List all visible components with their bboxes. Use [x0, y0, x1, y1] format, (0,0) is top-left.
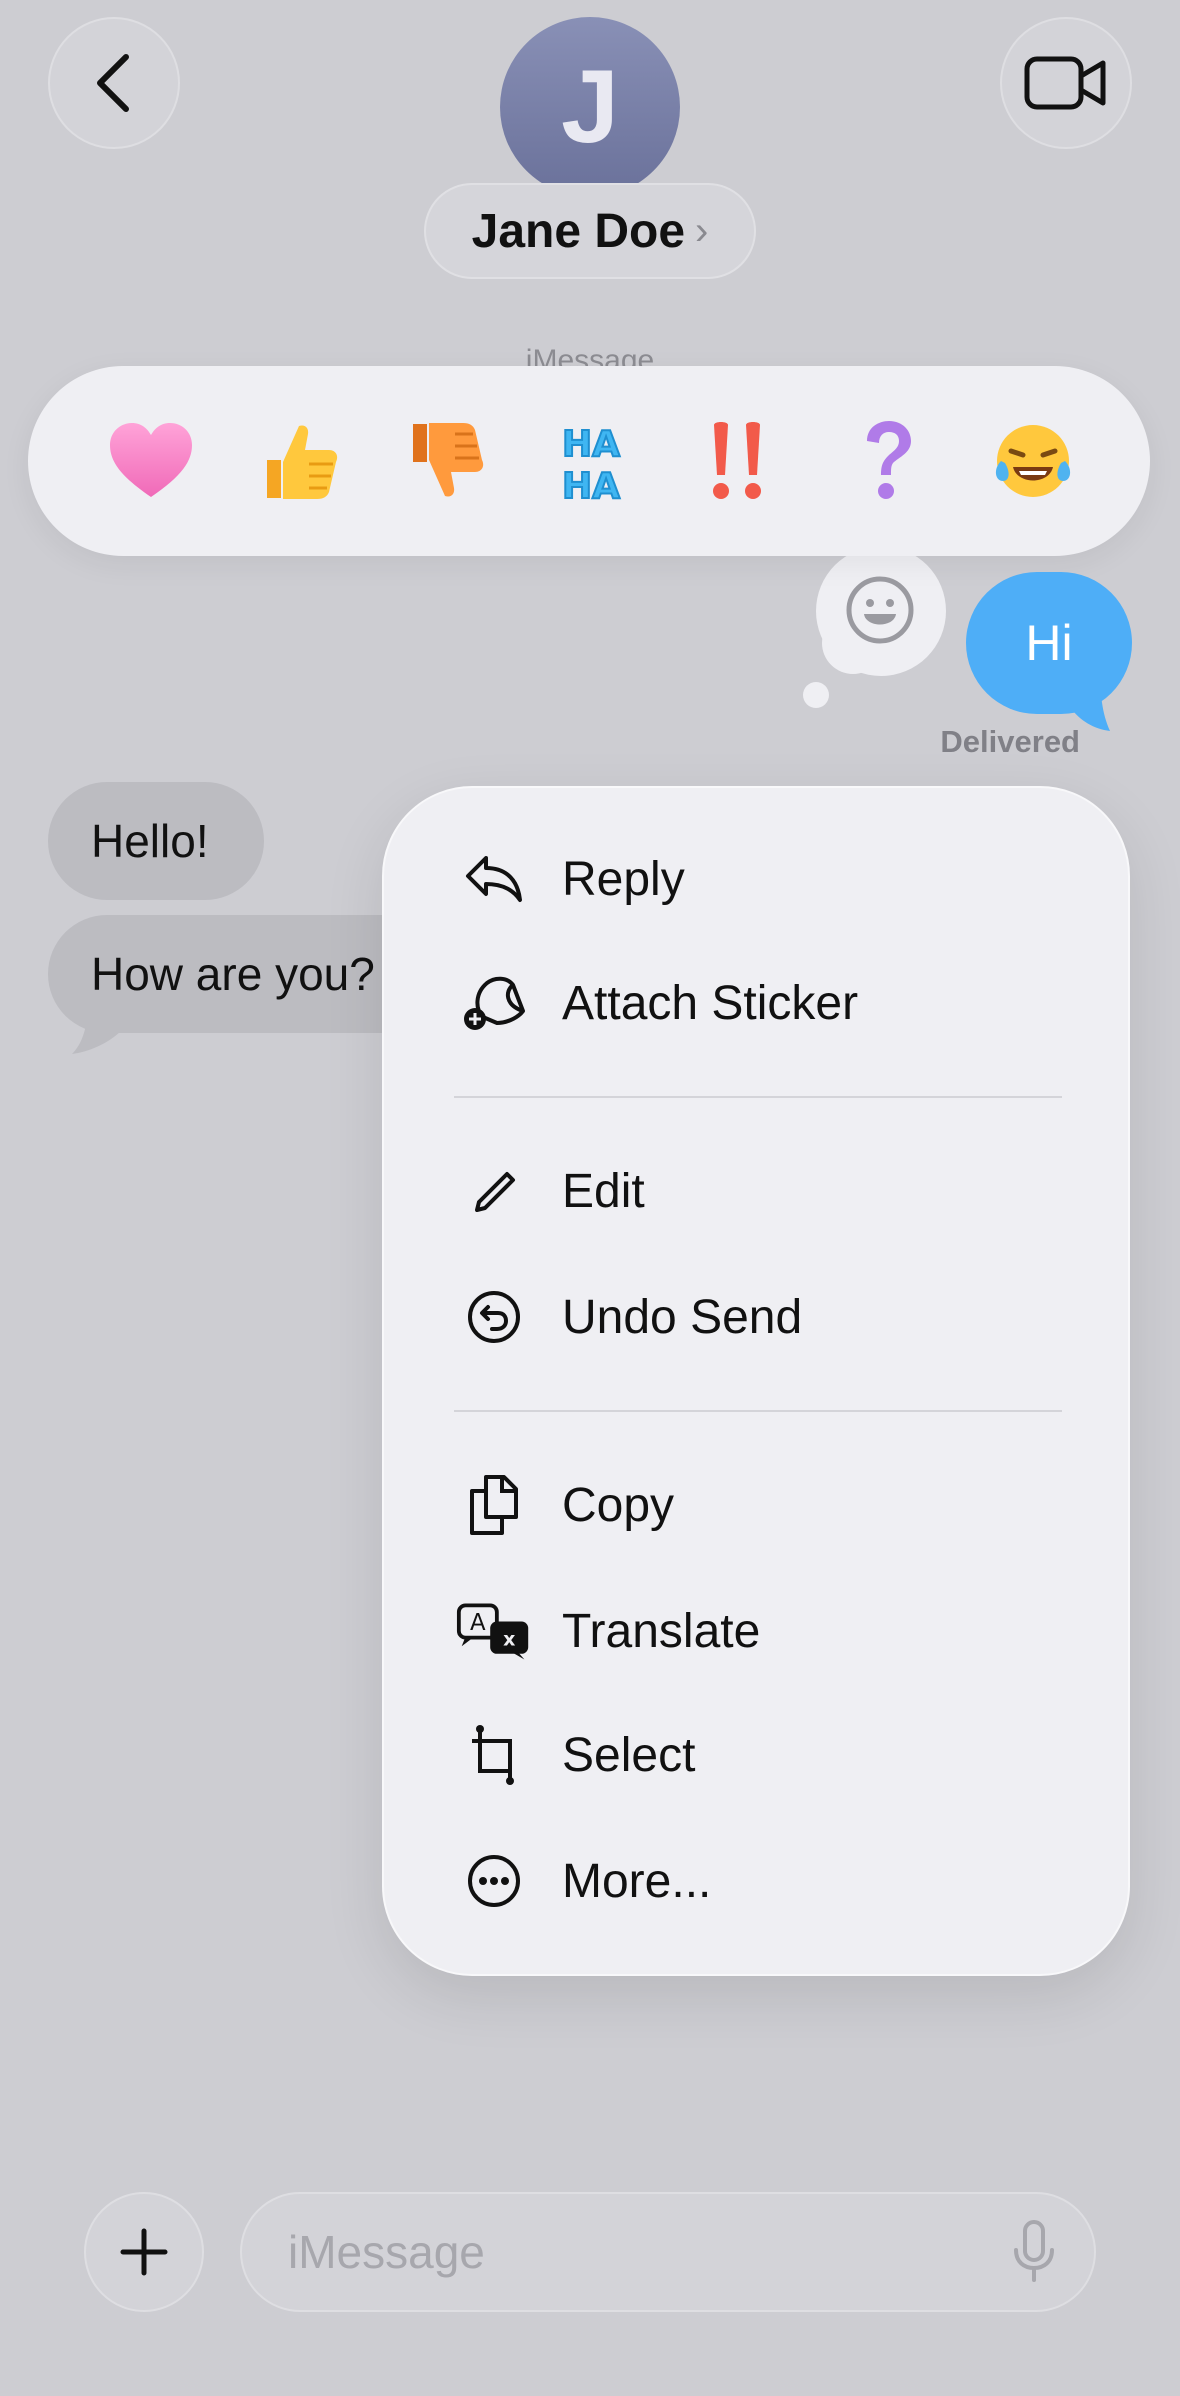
- context-menu: Reply Attach Sticker Edit Undo Send Copy…: [382, 786, 1130, 1976]
- double-exclamation-emoji-icon: [713, 422, 761, 499]
- back-button[interactable]: [48, 17, 180, 149]
- menu-item-reply[interactable]: Reply: [434, 824, 1084, 934]
- message-input[interactable]: iMessage: [240, 2192, 1096, 2312]
- contact-name: Jane Doe: [471, 204, 686, 258]
- sticker-add-icon: [456, 965, 532, 1041]
- svg-text:x: x: [503, 1628, 515, 1650]
- contact-name-pill[interactable]: Jane Doe ›: [424, 183, 756, 279]
- add-attachment-button[interactable]: [84, 2192, 204, 2312]
- reply-arrow-icon: [456, 841, 532, 917]
- menu-separator: [454, 1410, 1062, 1412]
- received-message-bubble[interactable]: Hello!: [48, 782, 264, 900]
- menu-item-translate[interactable]: A x Translate: [434, 1576, 1084, 1686]
- reaction-laughing[interactable]: [978, 406, 1088, 516]
- heart-emoji-icon: [110, 423, 192, 497]
- menu-item-label: Attach Sticker: [562, 976, 859, 1030]
- thumbs-up-emoji-icon: [267, 425, 338, 499]
- svg-text:HA: HA: [562, 466, 620, 504]
- menu-item-undo-send[interactable]: Undo Send: [434, 1262, 1084, 1372]
- tears-of-joy-emoji-icon: [995, 425, 1071, 497]
- microphone-icon[interactable]: [1004, 2220, 1064, 2284]
- menu-item-attach-sticker[interactable]: Attach Sticker: [434, 948, 1084, 1058]
- menu-item-label: Select: [562, 1728, 696, 1782]
- message-input-placeholder: iMessage: [288, 2226, 485, 2278]
- menu-item-edit[interactable]: Edit: [434, 1136, 1084, 1246]
- ellipsis-circle-icon: [456, 1843, 532, 1919]
- avatar[interactable]: J: [500, 17, 680, 197]
- question-emoji-icon: [867, 421, 911, 499]
- reaction-question[interactable]: [832, 406, 942, 516]
- reaction-haha[interactable]: HA HA: [536, 406, 646, 516]
- reaction-thumbs-up[interactable]: [244, 406, 354, 516]
- menu-separator: [454, 1096, 1062, 1098]
- red-balloon-emoji-icon: [1139, 418, 1150, 504]
- avatar-initial: J: [561, 48, 619, 165]
- menu-item-select[interactable]: Select: [434, 1700, 1084, 1810]
- reaction-thumbs-down[interactable]: [390, 406, 500, 516]
- smiley-add-icon: [846, 576, 914, 644]
- sent-message-text: Hi: [1025, 615, 1073, 671]
- reaction-exclamation[interactable]: [684, 406, 794, 516]
- menu-item-label: Edit: [562, 1164, 645, 1218]
- menu-item-label: Translate: [562, 1604, 761, 1658]
- received-message-text: How are you?: [91, 948, 375, 1000]
- menu-item-label: Copy: [562, 1478, 675, 1532]
- reaction-bubble-dot: [803, 682, 829, 708]
- chevron-right-icon: ›: [695, 208, 709, 253]
- haha-emoji-icon: HA HA: [561, 423, 621, 504]
- add-reaction-button[interactable]: [830, 560, 930, 660]
- pencil-icon: [456, 1153, 532, 1229]
- svg-text:HA: HA: [562, 424, 620, 465]
- menu-item-copy[interactable]: Copy: [434, 1450, 1084, 1560]
- translate-icon: A x: [456, 1593, 532, 1669]
- menu-item-more[interactable]: More...: [434, 1826, 1084, 1936]
- reaction-balloon[interactable]: [1124, 406, 1150, 516]
- menu-item-label: Undo Send: [562, 1290, 803, 1344]
- plus-icon: [120, 2228, 168, 2276]
- delivery-status: Delivered: [940, 724, 1080, 759]
- menu-item-label: Reply: [562, 852, 685, 906]
- thumbs-down-emoji-icon: [413, 423, 484, 497]
- video-call-button[interactable]: [1000, 17, 1132, 149]
- copy-icon: [456, 1467, 532, 1543]
- sent-message-bubble[interactable]: Hi: [966, 572, 1132, 714]
- video-camera-icon: [1024, 56, 1106, 110]
- menu-item-label: More...: [562, 1854, 712, 1908]
- chevron-left-icon: [97, 54, 129, 112]
- received-message-text: Hello!: [91, 815, 209, 867]
- undo-circle-icon: [456, 1279, 532, 1355]
- crop-select-icon: [456, 1717, 532, 1793]
- reaction-bar: HA HA: [28, 366, 1150, 556]
- reaction-heart[interactable]: [96, 406, 206, 516]
- svg-text:A: A: [470, 1610, 486, 1636]
